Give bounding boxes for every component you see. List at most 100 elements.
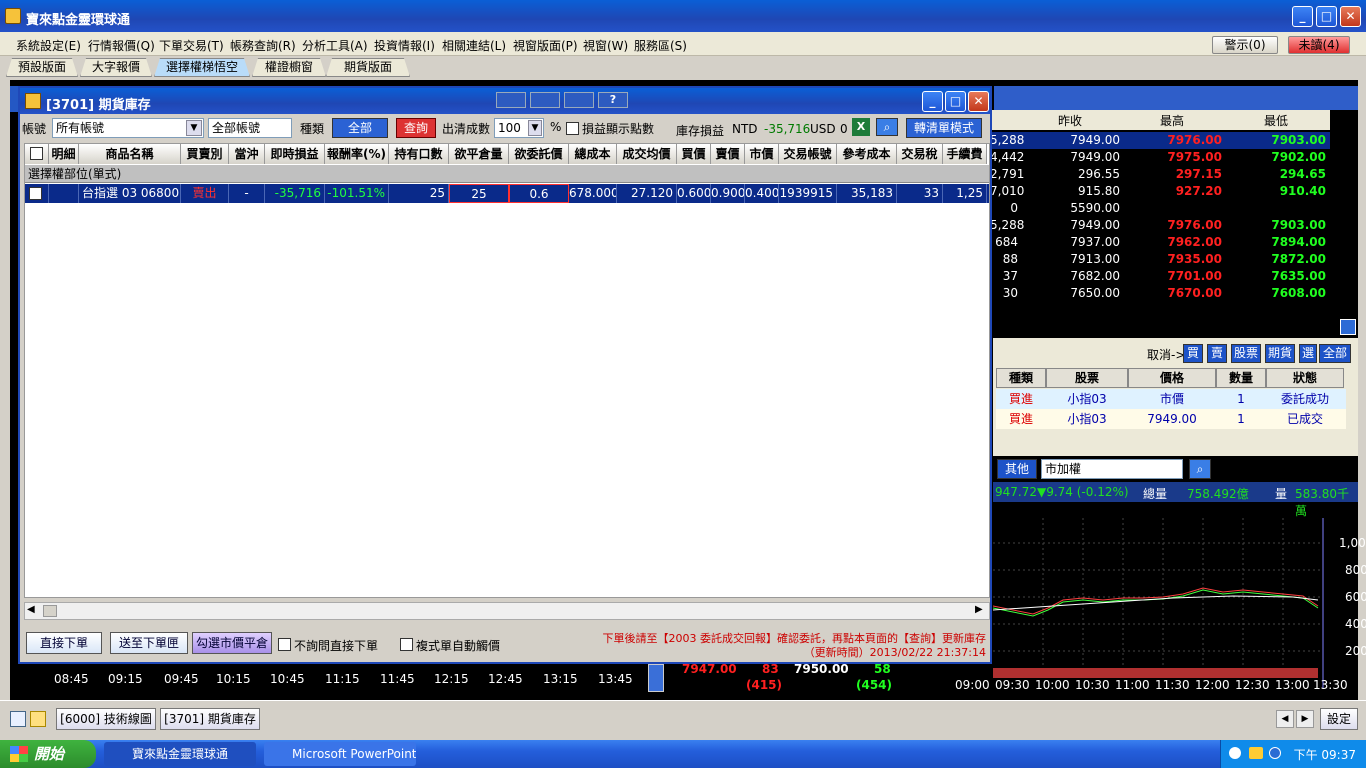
points-checkbox[interactable] [566, 122, 579, 135]
account-all-field[interactable]: 全部帳號 [208, 118, 292, 138]
col-account[interactable]: 交易帳號 [779, 144, 837, 164]
horizontal-scrollbar[interactable]: ◀ ▶ [24, 602, 990, 620]
tab-warrants[interactable]: 權證櫥窗 [252, 58, 326, 77]
query-button[interactable]: 查詢 [396, 118, 436, 138]
col-total-cost[interactable]: 總成本 [569, 144, 617, 164]
col-ask[interactable]: 賣價 [711, 144, 745, 164]
filter-stock-button[interactable]: 股票 [1231, 344, 1261, 363]
window-maximize-button[interactable]: □ [945, 91, 966, 112]
cell-order-price[interactable]: 0.6 [509, 184, 569, 203]
filter-sell-button[interactable]: 賣 [1207, 344, 1227, 363]
quote-row[interactable]: 2,791 296.55 297.15 294.65 [990, 166, 1330, 183]
select-all-checkbox[interactable] [30, 147, 43, 160]
table-row[interactable]: 買進 小指03 7949.00 1 已成交 [996, 409, 1346, 429]
search-icon[interactable]: ⌕ [876, 118, 898, 136]
col-bid[interactable]: 買價 [677, 144, 711, 164]
switch-mode-button[interactable]: 轉清單模式 [906, 118, 982, 138]
col-daytrade[interactable]: 當沖 [229, 144, 265, 164]
menu-quotes[interactable]: 行情報價(Q) [88, 37, 155, 54]
quote-row[interactable]: 684 7937.00 7962.00 7894.00 [990, 234, 1330, 251]
col-product[interactable]: 商品名稱 [79, 144, 181, 164]
quote-row[interactable]: 5,288 7949.00 7976.00 7903.00 [990, 132, 1330, 149]
quote-row[interactable]: 0 5590.00 [990, 200, 1330, 217]
col-return[interactable]: 報酬率(%) [325, 144, 389, 164]
layout2-icon[interactable] [530, 92, 560, 108]
type-dropdown[interactable]: 全部 [332, 118, 388, 138]
col-avg-price[interactable]: 成交均價 [617, 144, 677, 164]
other-button[interactable]: 其他 [997, 459, 1037, 479]
menu-account[interactable]: 帳務查詢(R) [230, 37, 296, 54]
col-hold[interactable]: 持有口數 [389, 144, 449, 164]
chevron-down-icon[interactable]: ▼ [186, 120, 202, 136]
col-tax[interactable]: 交易稅 [897, 144, 943, 164]
chevron-down-icon[interactable]: ▼ [528, 120, 542, 136]
account-select[interactable]: 所有帳號 [52, 118, 204, 138]
alert-button[interactable]: 警示(0) [1212, 36, 1278, 54]
tab-futures[interactable]: 期貨版面 [326, 58, 410, 77]
quote-row[interactable]: 37 7682.00 7701.00 7635.00 [990, 268, 1330, 285]
scroll-handle[interactable] [648, 664, 664, 692]
quote-row[interactable]: 88 7913.00 7935.00 7872.00 [990, 251, 1330, 268]
scroll-thumb[interactable] [43, 605, 57, 617]
table-row[interactable]: 買進 小指03 市價 1 委託成功 [996, 389, 1346, 409]
menu-layout[interactable]: 視窗版面(P) [513, 37, 578, 54]
col-market[interactable]: 市價 [745, 144, 779, 164]
maximize-button[interactable]: □ [1316, 6, 1337, 27]
bluetooth-icon[interactable] [1269, 747, 1281, 759]
task-powerpoint[interactable]: Microsoft PowerPoint ... [264, 742, 416, 766]
col-side[interactable]: 買賣別 [181, 144, 229, 164]
direct-order-button[interactable]: 直接下單 [26, 632, 102, 654]
menu-links[interactable]: 相關連結(L) [442, 37, 506, 54]
help-icon[interactable]: ? [598, 92, 628, 108]
settings-button[interactable]: 設定 [1320, 708, 1358, 730]
market-close-button[interactable]: 勾選市價平倉 [192, 632, 272, 654]
row-checkbox[interactable] [29, 187, 42, 200]
col-pnl[interactable]: 即時損益 [265, 144, 325, 164]
noask-checkbox[interactable] [278, 638, 291, 651]
filter-options-button[interactable]: 選 [1299, 344, 1317, 363]
quote-row[interactable]: 7,010 915.80 927.20 910.40 [990, 183, 1330, 200]
tray-icon[interactable] [1229, 747, 1241, 759]
menu-trade[interactable]: 下單交易(T) [159, 37, 224, 54]
task-tab-inventory[interactable]: [3701] 期貨庫存 [160, 708, 260, 730]
tray-mail-icon[interactable] [1249, 747, 1263, 759]
window-minimize-button[interactable]: _ [922, 91, 943, 112]
task-tab-chart[interactable]: [6000] 技術線圖 [56, 708, 156, 730]
cell-close-qty[interactable]: 25 [449, 184, 509, 203]
window-close-button[interactable]: ✕ [968, 91, 989, 112]
col-ref-cost[interactable]: 參考成本 [837, 144, 897, 164]
send-to-box-button[interactable]: 送至下單匣 [110, 632, 188, 654]
minimize-button[interactable]: _ [1292, 6, 1313, 27]
window-list-icon[interactable] [10, 711, 26, 727]
menu-system[interactable]: 系統設定(E) [16, 37, 81, 54]
folder-icon[interactable] [30, 711, 46, 727]
tab-bigquote[interactable]: 大字報價 [80, 58, 152, 77]
scroll-right-icon[interactable]: ▶ [975, 604, 983, 615]
scroll-left-icon[interactable]: ◀ [27, 604, 35, 615]
excel-icon[interactable]: X [852, 118, 870, 136]
menu-analysis[interactable]: 分析工具(A) [302, 37, 368, 54]
quote-row[interactable]: 5,288 7949.00 7976.00 7903.00 [990, 217, 1330, 234]
search-icon[interactable]: ⌕ [1189, 459, 1211, 479]
market-select[interactable]: 市加權 [1041, 459, 1183, 479]
menu-service[interactable]: 服務區(S) [634, 37, 687, 54]
col-order-price[interactable]: 欲委託價 [509, 144, 569, 164]
tab-default[interactable]: 預設版面 [6, 58, 78, 77]
prev-icon[interactable]: ◀ [1276, 710, 1294, 728]
multi-checkbox[interactable] [400, 638, 413, 651]
next-icon[interactable]: ▶ [1296, 710, 1314, 728]
filter-futures-button[interactable]: 期貨 [1265, 344, 1295, 363]
col-detail[interactable]: 明細 [49, 144, 79, 164]
layout3-icon[interactable] [564, 92, 594, 108]
layout1-icon[interactable] [496, 92, 526, 108]
quote-row[interactable]: 30 7650.00 7670.00 7608.00 [990, 285, 1330, 302]
quote-row[interactable]: 4,442 7949.00 7975.00 7902.00 [990, 149, 1330, 166]
table-row[interactable]: 台指選 03 06800 P 賣出 - -35,716 -101.51% 25 25 0.6 6… [25, 184, 989, 203]
menu-info[interactable]: 投資情報(I) [374, 37, 435, 54]
unread-button[interactable]: 未讀(4) [1288, 36, 1350, 54]
col-close-qty[interactable]: 欲平倉量 [449, 144, 509, 164]
close-button[interactable]: ✕ [1340, 6, 1361, 27]
filter-buy-button[interactable]: 買 [1183, 344, 1203, 363]
col-fee[interactable]: 手續費 [943, 144, 987, 164]
collapse-icon[interactable] [1340, 319, 1356, 335]
